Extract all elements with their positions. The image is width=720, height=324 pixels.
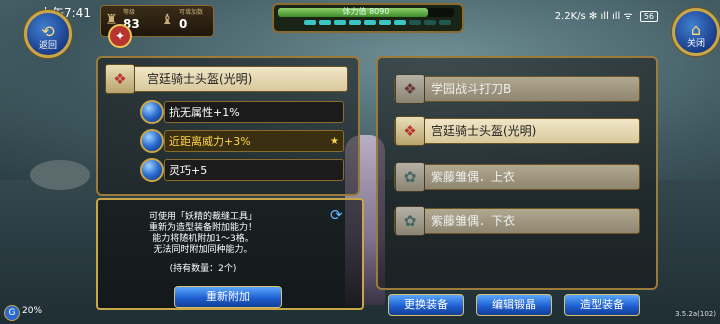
points-value: 0 — [179, 17, 188, 31]
attribute-orb-icon — [140, 100, 164, 124]
stamina-segments — [304, 20, 451, 25]
costume-item-3[interactable]: ✿ 紫藤雏偶．上衣 — [394, 162, 640, 192]
star-icon: ★ — [330, 136, 339, 147]
change-equipment-button[interactable]: 更换装备 — [388, 294, 464, 316]
costume-item-icon: ❖ — [395, 74, 425, 104]
level-label: 等级 — [123, 9, 136, 16]
helmet-icon: ❖ — [105, 64, 135, 94]
costume-item-icon: ❖ — [395, 116, 425, 146]
costume-equipment-button[interactable]: 造型装备 — [564, 294, 640, 316]
network-speed: 2.2K/s ✻ ıll ıll ᯤ — [554, 11, 633, 22]
back-button[interactable]: ⟲ 返回 — [24, 10, 72, 58]
stamina-segment — [349, 20, 361, 25]
back-icon: ⟲ — [41, 22, 55, 41]
attribute-text: 抗无属性+1% — [164, 101, 344, 123]
status-indicators: 2.2K/s ✻ ıll ıll ᯤ 56 — [555, 8, 658, 22]
reattach-info-box: 可使用「妖精的裁缝工具」 重新为造型装备附加能力！ 能力将随机附加1～3格。 无… — [96, 198, 364, 310]
stamina-segment — [439, 20, 451, 25]
close-button[interactable]: ⌂ 关闭 — [672, 8, 720, 56]
stamina-segment — [364, 20, 376, 25]
stamina-text: 体力值 8090 — [342, 7, 390, 16]
attribute-row-2[interactable]: 近距离威力+3% ★ — [140, 129, 346, 154]
costume-item-4[interactable]: ✿ 紫藤雏偶．下衣 — [394, 206, 640, 236]
costume-item-name: 紫藤雏偶．上衣 — [431, 170, 516, 184]
costume-item-name: 学园战斗打刀B — [431, 82, 512, 96]
currency-points: ♝ 可增加数 0 — [157, 6, 213, 34]
info-line-2: 重新为造型装备附加能力！ — [148, 223, 257, 233]
points-label: 可增加数 — [179, 9, 204, 16]
costume-item-2-selected[interactable]: ❖ 宫廷骑士头盔(光明) — [394, 116, 640, 146]
attribute-orb-icon — [140, 129, 164, 153]
close-button-label: 关闭 — [686, 39, 705, 49]
info-line-4: 无法同时附加同种能力。 — [153, 245, 253, 255]
version-label: 3.5.2a(102) — [675, 310, 716, 318]
costume-item-name: 宫廷骑士头盔(光明) — [431, 124, 537, 138]
stamina-gauge: 体力值 8090 — [272, 3, 464, 33]
owned-count: (持有数量：2个) — [169, 264, 237, 274]
stamina-segment — [304, 20, 316, 25]
attribute-row-1[interactable]: 抗无属性+1% — [140, 100, 346, 125]
attribute-text-highlighted: 近距离威力+3% ★ — [164, 130, 344, 152]
reattach-button[interactable]: 重新附加 — [174, 286, 282, 308]
points-icon: ♝ — [161, 12, 174, 28]
battery-level: 56 — [639, 11, 658, 22]
info-line-3: 能力将随机附加1～3格。 — [152, 234, 254, 244]
home-icon: ⌂ — [690, 20, 702, 39]
stamina-segment — [394, 20, 406, 25]
attribute-text-value: 近距离威力+3% — [169, 135, 251, 148]
exp-percent: 20% — [22, 306, 43, 316]
refresh-icon[interactable]: ⟳ — [330, 206, 343, 224]
exp-icon: G — [4, 305, 20, 321]
back-button-label: 返回 — [38, 41, 57, 51]
stamina-bar: 体力值 8090 — [278, 7, 454, 17]
costume-item-icon: ✿ — [395, 162, 425, 192]
costume-item-icon: ✿ — [395, 206, 425, 236]
background-rock — [30, 160, 90, 190]
attribute-text: 灵巧+5 — [164, 159, 344, 181]
selected-item-slot[interactable]: ❖ 宫廷骑士头盔(光明) — [105, 64, 348, 94]
stamina-segment — [424, 20, 436, 25]
costume-item-name: 紫藤雏偶．下衣 — [431, 214, 516, 228]
costume-item-1[interactable]: ❖ 学园战斗打刀B — [394, 74, 640, 104]
stamina-segment — [334, 20, 346, 25]
selected-item-name: 宫廷骑士头盔(光明) — [147, 72, 253, 86]
stamina-segment — [319, 20, 331, 25]
edit-forge-button[interactable]: 编辑锻晶 — [476, 294, 552, 316]
attribute-orb-icon — [140, 158, 164, 182]
stamina-segment — [409, 20, 421, 25]
info-line-1: 可使用「妖精的裁缝工具」 — [148, 212, 257, 222]
gift-icon[interactable]: ✦ — [108, 24, 132, 48]
stamina-segment — [379, 20, 391, 25]
attribute-row-3[interactable]: 灵巧+5 — [140, 158, 346, 183]
